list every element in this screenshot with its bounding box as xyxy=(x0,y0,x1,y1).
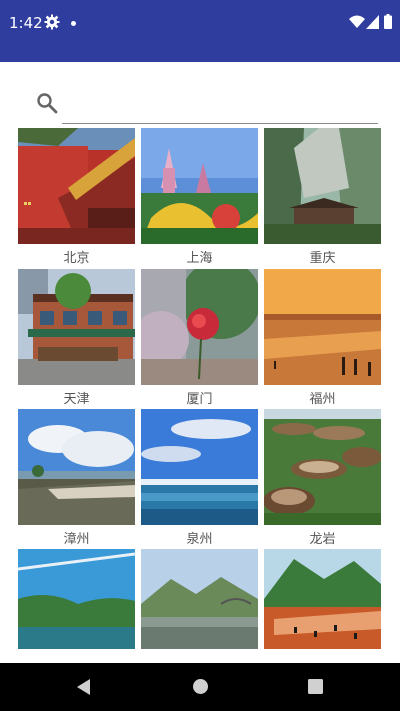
city-label: 福州 xyxy=(309,392,336,407)
grid-item-xiamen[interactable]: 厦门 xyxy=(141,269,258,409)
grid-item-zhangzhou[interactable]: 漳州 xyxy=(18,409,135,549)
grid-item-longyan[interactable]: 龙岩 xyxy=(264,409,381,549)
notification-dot-icon xyxy=(71,21,76,26)
city-label: 泉州 xyxy=(186,532,213,547)
city-label: 漳州 xyxy=(63,532,90,547)
city-image[interactable] xyxy=(141,549,258,649)
city-image[interactable] xyxy=(18,269,135,385)
city-label: 天津 xyxy=(63,392,90,407)
city-image[interactable] xyxy=(264,549,381,649)
status-time: 1:42 xyxy=(9,14,43,32)
grid-item-shanghai[interactable]: 上海 xyxy=(141,128,258,268)
grid-item-fuzhou[interactable]: 福州 xyxy=(264,269,381,409)
city-image[interactable] xyxy=(18,128,135,244)
grid-item-tianjin[interactable]: 天津 xyxy=(18,269,135,409)
app-bar xyxy=(0,46,400,62)
grid-item-beijing[interactable]: 北京 xyxy=(18,128,135,268)
grid-item-11[interactable] xyxy=(141,549,258,649)
city-image[interactable] xyxy=(141,128,258,244)
recent-apps-icon[interactable] xyxy=(308,679,323,694)
status-bar: 1:42 xyxy=(0,0,400,46)
city-image[interactable] xyxy=(18,409,135,525)
city-image[interactable] xyxy=(264,128,381,244)
search-bar xyxy=(20,84,380,126)
wifi-icon xyxy=(349,15,365,28)
grid-item-10[interactable] xyxy=(18,549,135,649)
city-label: 重庆 xyxy=(309,251,336,266)
gear-icon xyxy=(44,14,60,30)
city-image[interactable] xyxy=(141,269,258,385)
city-label: 北京 xyxy=(63,251,90,266)
city-image[interactable] xyxy=(18,549,135,649)
search-input[interactable] xyxy=(62,84,378,124)
home-icon[interactable] xyxy=(192,678,209,695)
city-label: 龙岩 xyxy=(309,532,336,547)
battery-icon xyxy=(384,14,392,29)
navigation-bar xyxy=(0,663,400,711)
city-image[interactable] xyxy=(264,269,381,385)
grid-item-chongqing[interactable]: 重庆 xyxy=(264,128,381,268)
grid-item-quanzhou[interactable]: 泉州 xyxy=(141,409,258,549)
city-label: 厦门 xyxy=(186,392,213,407)
city-image[interactable] xyxy=(141,409,258,525)
city-image[interactable] xyxy=(264,409,381,525)
grid-item-12[interactable] xyxy=(264,549,381,649)
city-grid: 北京 上海 重庆 天津 厦门 福州 漳州 泉州 龙岩 xyxy=(18,128,382,649)
signal-icon xyxy=(366,15,379,29)
search-icon[interactable] xyxy=(36,92,58,114)
back-icon[interactable] xyxy=(75,678,92,696)
city-label: 上海 xyxy=(186,251,213,266)
